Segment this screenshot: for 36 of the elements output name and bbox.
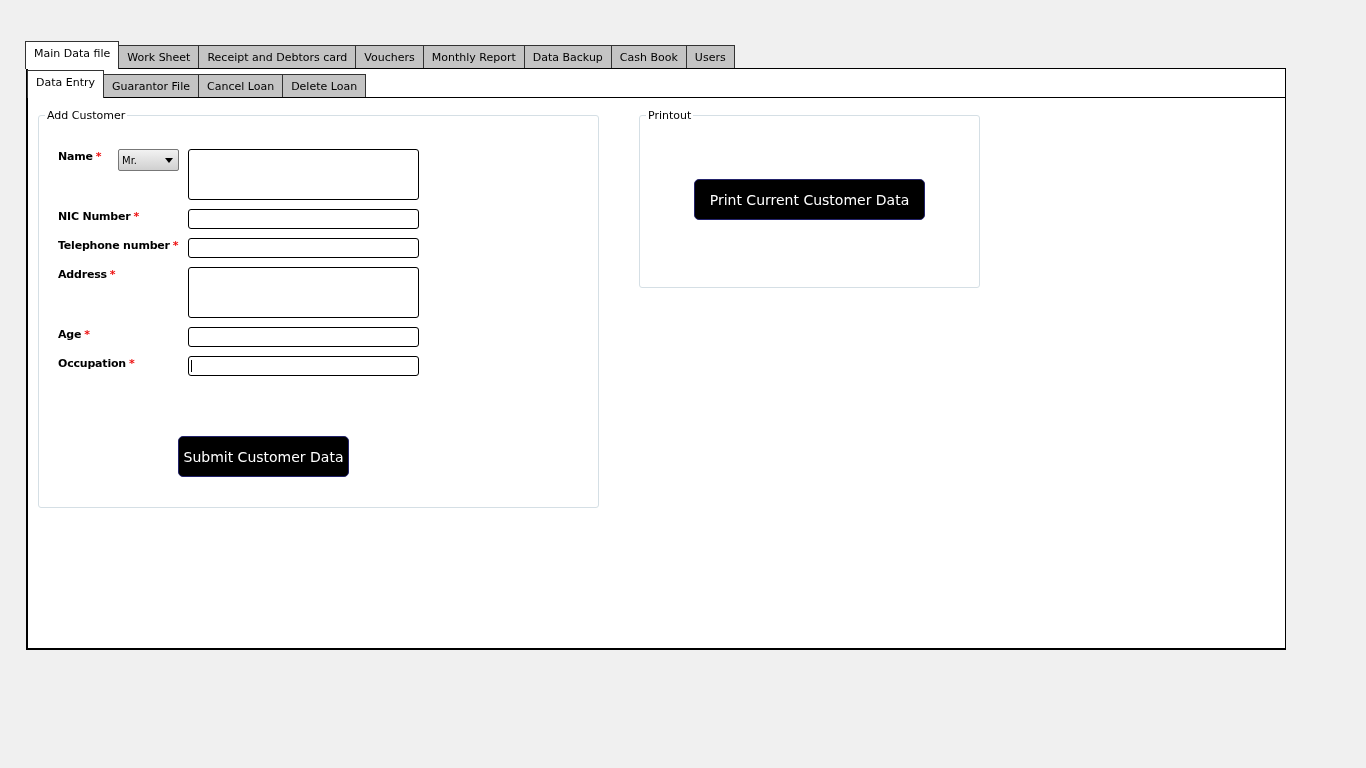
required-mark: * — [172, 239, 179, 252]
tab[interactable]: Main Data file — [25, 41, 120, 69]
required-mark: * — [109, 268, 116, 281]
required-mark: * — [95, 150, 102, 163]
tab[interactable]: Work Sheet — [118, 45, 200, 68]
required-mark: * — [84, 328, 90, 341]
tab[interactable]: Data Backup — [523, 45, 612, 68]
group-title: Add Customer — [45, 109, 128, 122]
tab[interactable]: Monthly Report — [422, 45, 525, 68]
submit-button[interactable]: Submit Customer Data — [178, 436, 349, 477]
print-button[interactable]: Print Current Customer Data — [694, 179, 925, 220]
field-label: Occupation — [58, 357, 126, 370]
input-field[interactable] — [188, 327, 419, 347]
tab[interactable]: Users — [685, 45, 735, 68]
field-label: NIC Number — [58, 210, 131, 223]
group-title: Printout — [646, 109, 694, 122]
title-dropdown[interactable]: Mr. — [118, 149, 179, 171]
tab[interactable]: Receipt and Debtors card — [198, 45, 357, 68]
text-area[interactable] — [188, 267, 419, 318]
tab[interactable]: Guarantor File — [103, 74, 199, 97]
tab[interactable]: Delete Loan — [282, 74, 367, 97]
text-area[interactable] — [188, 149, 419, 200]
tab[interactable]: Cash Book — [610, 45, 687, 68]
field-label: Address — [58, 268, 107, 281]
caret-icon — [165, 157, 173, 163]
tab[interactable]: Cancel Loan — [198, 74, 284, 97]
input-field[interactable] — [188, 209, 419, 229]
field-label: Age — [58, 328, 82, 341]
tab[interactable]: Data Entry — [27, 70, 105, 98]
input-field[interactable] — [188, 356, 419, 376]
field-label: Name — [58, 150, 93, 163]
field-label: Telephone number — [58, 239, 170, 252]
required-mark: * — [133, 210, 140, 223]
tab[interactable]: Vouchers — [355, 45, 424, 68]
required-mark: * — [128, 357, 135, 370]
input-field[interactable] — [188, 238, 419, 258]
